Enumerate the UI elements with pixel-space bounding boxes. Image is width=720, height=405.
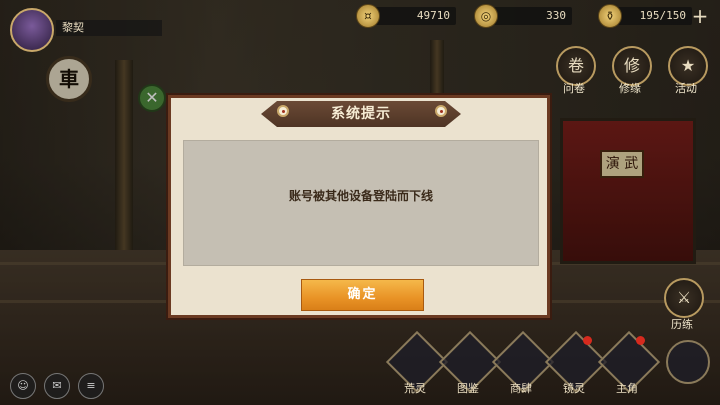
bottom-menu-spirit-label: 荒灵 xyxy=(404,382,426,395)
training-icon[interactable]: ⚔ xyxy=(664,278,704,318)
coin-icon: ¤ xyxy=(356,4,380,28)
top-menu-activity-label: 活动 xyxy=(675,82,697,95)
bottom-menu-hero-label: 主角 xyxy=(616,382,638,395)
dialog-title: 系统提示 xyxy=(331,106,391,122)
gem-icon: ◎ xyxy=(474,4,498,28)
system-dialog: 系统提示 账号被其他设备登陆而下线 确定 xyxy=(168,95,550,318)
gem-counter: 330 xyxy=(486,7,572,25)
bottom-menu-codex-label: 图鉴 xyxy=(457,382,479,395)
training-label: 历练 xyxy=(671,318,693,331)
notification-dot xyxy=(636,336,645,345)
dialog-message-box: 账号被其他设备登陆而下线 xyxy=(183,140,539,266)
confirm-button[interactable]: 确定 xyxy=(301,279,424,311)
stamina-icon: ⚱ xyxy=(598,4,622,28)
dialog-message: 账号被其他设备登陆而下线 xyxy=(288,189,433,203)
mail-icon[interactable]: ✉ xyxy=(44,373,70,399)
coin-counter: 49710 xyxy=(370,7,456,25)
add-stamina-button[interactable]: + xyxy=(690,6,710,26)
ornament-icon xyxy=(277,105,289,117)
dialog-title-bar: 系统提示 xyxy=(261,101,461,127)
bottom-menu-mirror-label: 镜灵 xyxy=(563,382,585,395)
notification-dot xyxy=(583,336,592,345)
settings-button[interactable] xyxy=(666,340,710,384)
friends-icon[interactable]: ☺ xyxy=(10,373,36,399)
stamina-counter: 195/150 xyxy=(612,7,692,25)
bottom-menu-shop-label: 商肆 xyxy=(510,382,532,395)
player-avatar[interactable] xyxy=(10,8,54,52)
ornament-icon xyxy=(435,105,447,117)
top-menu-cultivate-label: 修缘 xyxy=(619,82,641,95)
player-name: 黎契 xyxy=(56,20,162,36)
top-menu-scroll-label: 问卷 xyxy=(563,82,585,95)
notes-icon[interactable]: ≡ xyxy=(78,373,104,399)
